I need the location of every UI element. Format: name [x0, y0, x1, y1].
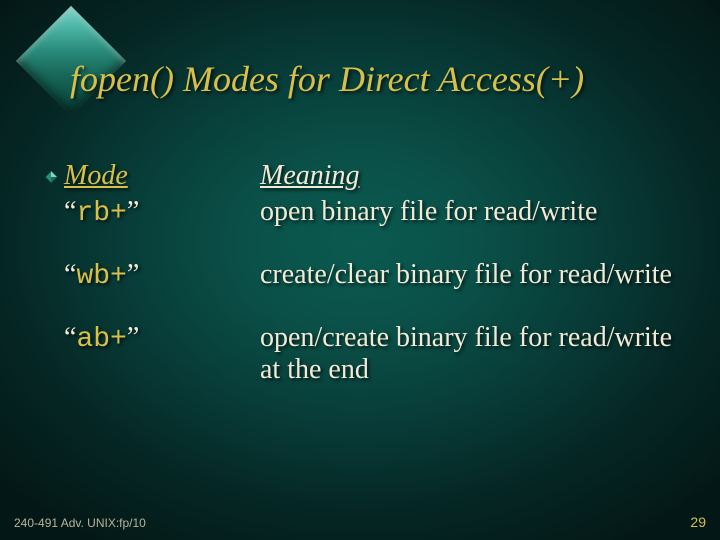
open-quote: “	[64, 322, 76, 353]
mode-cell: “ab+”	[64, 322, 260, 355]
slide-number: 29	[690, 514, 706, 530]
open-quote: “	[64, 259, 76, 290]
table-row: “ab+” open/create binary file for read/w…	[44, 322, 676, 386]
mode-cell: “wb+”	[64, 259, 260, 292]
slide: fopen() Modes for Direct Access(+) Mode …	[0, 0, 720, 540]
slide-title: fopen() Modes for Direct Access(+)	[70, 58, 584, 100]
bullet-icon	[44, 170, 64, 184]
header-meaning: Meaning	[260, 160, 676, 192]
header-mode: Mode	[64, 160, 260, 192]
header-row: Mode Meaning	[44, 160, 676, 192]
mode-code: rb+	[76, 198, 126, 229]
mode-cell: “rb+”	[64, 196, 260, 229]
close-quote: ”	[127, 196, 139, 227]
meaning-cell: open binary file for read/write	[260, 196, 676, 228]
content-area: Mode Meaning “rb+” open binary file for …	[44, 160, 676, 416]
open-quote: “	[64, 196, 76, 227]
footer-course: 240-491 Adv. UNIX:fp/10	[14, 516, 146, 530]
mode-code: wb+	[76, 261, 126, 292]
meaning-cell: open/create binary file for read/write a…	[260, 322, 676, 386]
table-row: “wb+” create/clear binary file for read/…	[44, 259, 676, 292]
meaning-cell: create/clear binary file for read/write	[260, 259, 676, 291]
close-quote: ”	[127, 259, 139, 290]
mode-code: ab+	[76, 324, 126, 355]
table-row: “rb+” open binary file for read/write	[44, 196, 676, 229]
close-quote: ”	[127, 322, 139, 353]
